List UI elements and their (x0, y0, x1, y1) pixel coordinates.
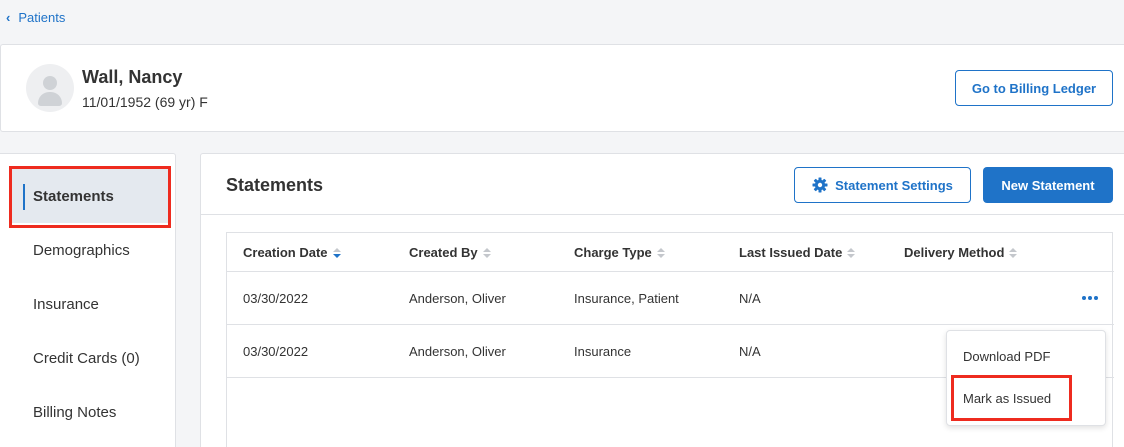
menu-item-download-pdf[interactable]: Download PDF (947, 336, 1105, 376)
column-header-charge-type[interactable]: Charge Type (574, 233, 665, 272)
patient-name: Wall, Nancy (82, 67, 183, 87)
new-statement-button[interactable]: New Statement (983, 167, 1113, 203)
sidebar-item-credit-cards[interactable]: Credit Cards (0) (0, 331, 176, 385)
column-header-created-by[interactable]: Created By (409, 233, 491, 272)
menu-item-mark-as-issued[interactable]: Mark as Issued (947, 378, 1105, 418)
cell-charge-type: Insurance (574, 344, 632, 359)
active-indicator (23, 184, 25, 210)
sidebar-item-insurance[interactable]: Insurance (0, 277, 176, 331)
gear-icon (812, 177, 828, 193)
more-options-icon[interactable] (1080, 290, 1100, 306)
avatar (26, 64, 74, 112)
patient-dob: 11/01/1952 (69 yr) F (82, 94, 208, 110)
sidebar-item-label: Demographics (33, 241, 130, 259)
sort-icon (332, 247, 341, 258)
cell-creation-date: 03/30/2022 (243, 291, 309, 306)
sort-icon (847, 247, 856, 258)
sidebar-item-label: Statements (33, 187, 114, 205)
sort-icon (482, 247, 491, 258)
cell-created-by: Anderson, Oliver (409, 291, 506, 306)
divider (201, 214, 1124, 215)
cell-charge-type: Insurance, Patient (574, 291, 679, 306)
cell-creation-date: 03/30/2022 (243, 344, 309, 359)
page-title: Statements (226, 175, 324, 195)
column-header-last-issued-date[interactable]: Last Issued Date (739, 233, 856, 272)
sidebar-item-label: Insurance (33, 295, 99, 313)
column-header-creation-date[interactable]: Creation Date (243, 233, 341, 272)
sidebar-item-demographics[interactable]: Demographics (0, 223, 176, 277)
sort-icon (656, 247, 665, 258)
sidebar-item-billing-notes[interactable]: Billing Notes (0, 385, 176, 439)
breadcrumb[interactable]: ‹ Patients (6, 10, 65, 25)
cell-created-by: Anderson, Oliver (409, 344, 506, 359)
patient-header: Wall, Nancy 11/01/1952 (69 yr) F Go to B… (0, 44, 1124, 132)
table-row[interactable]: 03/30/2022 Anderson, Oliver Insurance, P… (227, 272, 1114, 325)
sidebar-item-statements[interactable]: Statements (11, 169, 169, 223)
sidebar-nav: Statements Demographics Insurance Credit… (0, 153, 176, 447)
chevron-left-icon: ‹ (6, 10, 11, 25)
sidebar-item-label: Billing Notes (33, 403, 117, 421)
sidebar-item-label: Credit Cards (0) (33, 349, 140, 367)
sort-icon (1009, 247, 1018, 258)
go-to-billing-ledger-button[interactable]: Go to Billing Ledger (955, 70, 1113, 106)
table-header: Creation Date Created By Charge Type Las… (227, 233, 1114, 272)
row-actions-menu: Download PDF Mark as Issued (946, 330, 1106, 426)
breadcrumb-patients-link[interactable]: Patients (18, 10, 65, 25)
cell-last-issued-date: N/A (739, 291, 761, 306)
statement-settings-button[interactable]: Statement Settings (794, 167, 971, 203)
column-header-delivery-method[interactable]: Delivery Method (904, 233, 1018, 272)
statement-settings-label: Statement Settings (835, 177, 953, 193)
cell-last-issued-date: N/A (739, 344, 761, 359)
user-icon (43, 76, 57, 90)
